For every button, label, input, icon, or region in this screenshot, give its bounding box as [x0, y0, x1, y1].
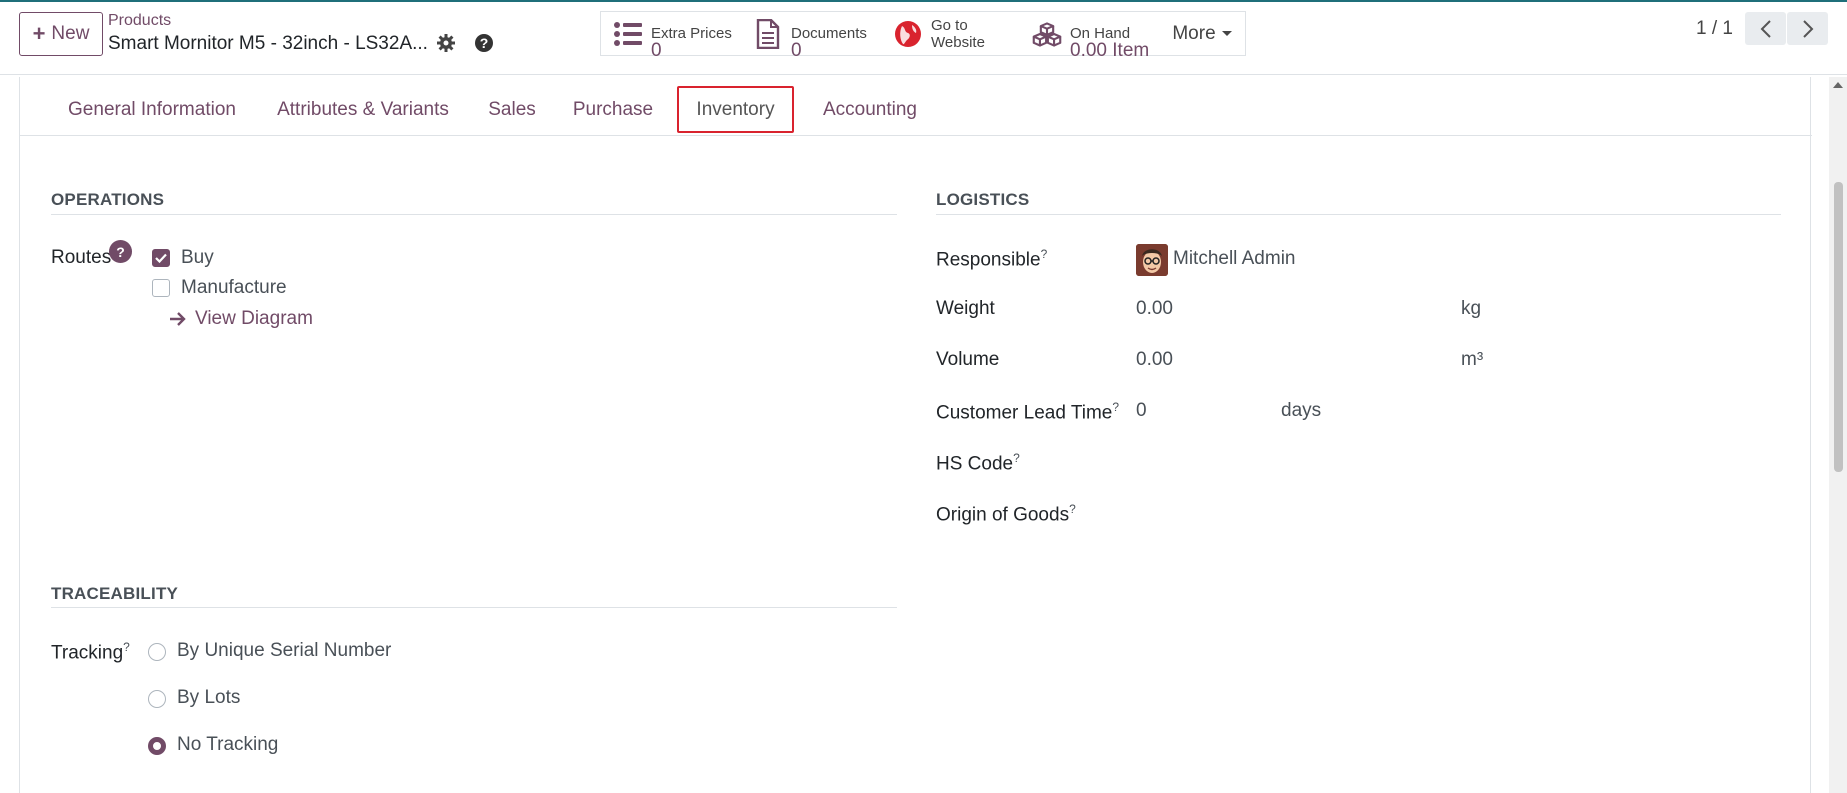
route-manufacture-checkbox[interactable] — [152, 279, 170, 297]
tab-purchase[interactable]: Purchase — [558, 84, 668, 136]
gear-icon[interactable] — [436, 33, 456, 53]
breadcrumb-products[interactable]: Products — [108, 12, 171, 30]
on-hand-value: 0.00 — [1070, 40, 1107, 61]
tab-attributes-variants[interactable]: Attributes & Variants — [260, 84, 466, 136]
caret-down-icon — [1221, 31, 1232, 36]
pager-value[interactable]: 1 / 1 — [1696, 18, 1733, 40]
customer-lead-time-field[interactable]: 0 — [1136, 400, 1147, 422]
avatar — [1136, 244, 1168, 276]
checkmark-icon — [155, 253, 167, 263]
responsible-tooltip-mark[interactable]: ? — [1041, 247, 1048, 261]
logistics-section-title: LOGISTICS — [936, 190, 1030, 209]
new-button[interactable]: + New — [19, 12, 103, 56]
cubes-icon — [1032, 19, 1062, 49]
routes-label: Routes — [51, 247, 112, 268]
origin-of-goods-label: Origin of Goods? — [936, 502, 1076, 526]
documents-value: 0 — [791, 40, 802, 61]
more-button[interactable]: More — [1159, 11, 1246, 56]
form-sheet: General Information Attributes & Variant… — [19, 77, 1812, 793]
on-hand-unit: Item — [1112, 40, 1150, 61]
tracking-none-label[interactable]: No Tracking — [177, 734, 278, 756]
operations-section-title: OPERATIONS — [51, 190, 165, 209]
lead-time-tooltip-mark[interactable]: ? — [1112, 400, 1119, 414]
on-hand-button[interactable]: On Hand 0.00 Item — [1020, 11, 1160, 60]
weight-label: Weight — [936, 298, 995, 319]
globe-icon — [893, 19, 923, 49]
volume-label: Volume — [936, 349, 1000, 370]
control-panel: + New Products Smart Mornitor M5 - 32inc… — [0, 2, 1847, 75]
traceability-section-title: TRACEABILITY — [51, 584, 179, 603]
operations-divider — [51, 214, 897, 215]
pager-previous-button[interactable] — [1745, 12, 1786, 45]
tracking-none-radio[interactable] — [148, 737, 166, 755]
route-manufacture-label[interactable]: Manufacture — [181, 277, 287, 299]
record-title: Smart Mornitor M5 - 32inch - LS32A... — [108, 33, 428, 54]
tab-general-information[interactable]: General Information — [52, 84, 252, 136]
website-line2: Website — [931, 33, 985, 51]
route-buy-checkbox[interactable] — [152, 249, 170, 267]
tracking-serial-label[interactable]: By Unique Serial Number — [177, 640, 391, 662]
hs-code-label: HS Code? — [936, 451, 1020, 475]
extra-prices-label: Extra Prices — [651, 25, 732, 42]
logistics-divider — [936, 214, 1781, 215]
new-button-label: New — [51, 23, 90, 44]
help-icon[interactable]: ? — [474, 33, 494, 53]
scroll-up-arrow-icon[interactable] — [1833, 82, 1843, 88]
chevron-right-icon — [1802, 19, 1813, 38]
tracking-lots-radio[interactable] — [148, 690, 166, 708]
tab-accounting[interactable]: Accounting — [810, 84, 930, 136]
chevron-left-icon — [1760, 19, 1771, 38]
responsible-value[interactable]: Mitchell Admin — [1173, 248, 1296, 270]
view-diagram-link[interactable]: View Diagram — [169, 308, 313, 330]
go-to-website-button[interactable]: Go to Website — [881, 11, 1021, 56]
notebook-tabs: General Information Attributes & Variant… — [20, 84, 1812, 136]
customer-lead-time-unit: days — [1281, 400, 1322, 421]
documents-label: Documents — [791, 25, 867, 42]
plus-icon: + — [32, 21, 46, 46]
volume-unit: m³ — [1461, 349, 1484, 370]
tracking-tooltip-mark[interactable]: ? — [123, 640, 130, 654]
routes-help-badge[interactable]: ? — [109, 240, 132, 263]
svg-text:?: ? — [480, 35, 489, 51]
weight-field[interactable]: 0.00 — [1136, 298, 1173, 320]
document-icon — [753, 18, 783, 49]
origin-tooltip-mark[interactable]: ? — [1069, 502, 1076, 516]
route-buy-label[interactable]: Buy — [181, 247, 214, 269]
hs-code-tooltip-mark[interactable]: ? — [1013, 451, 1020, 465]
extra-prices-value: 0 — [651, 40, 662, 61]
tracking-serial-radio[interactable] — [148, 643, 166, 661]
pager-next-button[interactable] — [1787, 12, 1828, 45]
scrollbar-thumb[interactable] — [1834, 182, 1843, 472]
more-label: More — [1172, 22, 1216, 44]
tab-sales[interactable]: Sales — [472, 84, 552, 136]
customer-lead-time-label: Customer Lead Time? — [936, 400, 1120, 424]
volume-field[interactable]: 0.00 — [1136, 349, 1173, 371]
view-diagram-label: View Diagram — [195, 308, 313, 329]
responsible-label: Responsible? — [936, 247, 1048, 271]
tracking-lots-label[interactable]: By Lots — [177, 687, 240, 709]
tracking-label: Tracking? — [51, 640, 130, 664]
website-line1: Go to — [931, 16, 968, 34]
documents-button[interactable]: Documents 0 — [741, 11, 882, 61]
traceability-divider — [51, 607, 897, 608]
list-icon — [613, 19, 643, 49]
tab-inventory[interactable]: Inventory — [677, 86, 794, 133]
extra-prices-button[interactable]: Extra Prices 0 — [600, 11, 742, 61]
weight-unit: kg — [1461, 298, 1482, 319]
arrow-right-icon — [170, 312, 186, 326]
